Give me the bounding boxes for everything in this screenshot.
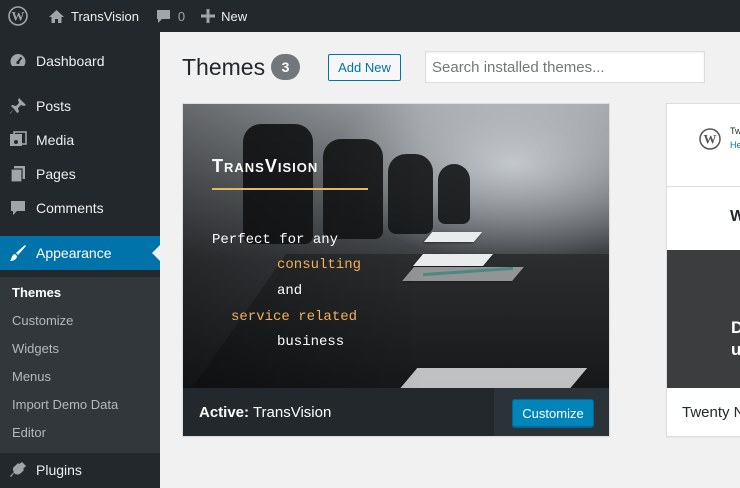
paper-shape bbox=[423, 232, 483, 242]
site-home-link[interactable]: TransVision bbox=[40, 0, 147, 32]
sidebar-item-appearance[interactable]: Appearance bbox=[0, 236, 160, 270]
active-theme-name: TransVision bbox=[252, 404, 332, 421]
preview-heading: W bbox=[730, 208, 740, 226]
active-prefix: Active: bbox=[199, 404, 250, 421]
new-content-link[interactable]: New bbox=[193, 0, 255, 32]
page-title: Themes bbox=[182, 54, 266, 80]
media-icon bbox=[0, 131, 36, 149]
theme-name: Twenty N bbox=[682, 404, 740, 421]
sidebar-item-pages[interactable]: Pages bbox=[0, 157, 160, 191]
plugin-icon bbox=[0, 461, 36, 479]
tagline-line: business bbox=[277, 334, 345, 350]
sidebar-item-label: Posts bbox=[36, 98, 72, 114]
sidebar-item-label: Dashboard bbox=[36, 53, 105, 69]
sidebar-item-media[interactable]: Media bbox=[0, 123, 160, 157]
submenu-customize[interactable]: Customize bbox=[12, 313, 73, 328]
submenu-widgets[interactable]: Widgets bbox=[12, 341, 59, 356]
sidebar-item-label: Appearance bbox=[36, 245, 112, 261]
chair-shape bbox=[438, 164, 470, 224]
submenu-themes[interactable]: Themes bbox=[12, 285, 61, 300]
theme-screenshot[interactable]: TransVision Perfect for any consulting a… bbox=[183, 104, 609, 388]
admin-sidebar: Dashboard Posts Media Pages Comments App… bbox=[0, 32, 160, 488]
theme-card-transvision[interactable]: TransVision Perfect for any consulting a… bbox=[182, 103, 610, 437]
theme-brand-logo: TransVision bbox=[212, 156, 319, 176]
submenu-menus[interactable]: Menus bbox=[12, 369, 51, 384]
svg-text:W: W bbox=[12, 9, 25, 24]
theme-card-twenty[interactable]: W Tw He W D u Twenty N bbox=[666, 103, 740, 437]
search-input[interactable] bbox=[425, 51, 705, 83]
sidebar-item-label: Comments bbox=[36, 200, 104, 216]
wordpress-logo-icon[interactable]: W bbox=[0, 0, 36, 32]
submenu-import-demo-data[interactable]: Import Demo Data bbox=[12, 397, 118, 412]
preview-dark-text: u bbox=[731, 340, 740, 360]
brand-underline bbox=[212, 188, 368, 190]
tagline-line: Perfect for any bbox=[212, 232, 339, 248]
plus-icon bbox=[201, 9, 216, 23]
sidebar-item-label: Pages bbox=[36, 166, 76, 182]
add-new-button[interactable]: Add New bbox=[328, 54, 401, 81]
sidebar-item-label: Plugins bbox=[36, 462, 82, 478]
submenu-editor[interactable]: Editor bbox=[12, 425, 46, 440]
theme-name: Active: TransVision bbox=[199, 404, 331, 421]
comments-count: 0 bbox=[177, 8, 186, 24]
sidebar-item-plugins[interactable]: Plugins bbox=[0, 453, 160, 487]
pages-icon bbox=[0, 165, 36, 183]
theme-screenshot[interactable]: W Tw He W bbox=[667, 104, 740, 250]
sidebar-item-posts[interactable]: Posts bbox=[0, 89, 160, 123]
tagline-line: and bbox=[277, 283, 303, 299]
appearance-submenu: Themes Customize Widgets Menus Import De… bbox=[0, 277, 160, 453]
customize-button[interactable]: Customize bbox=[512, 399, 594, 427]
theme-preview-dark: D u bbox=[667, 250, 740, 388]
sidebar-item-label: Media bbox=[36, 132, 75, 148]
paper-shape bbox=[412, 254, 494, 266]
sidebar-item-dashboard[interactable]: Dashboard bbox=[0, 44, 160, 78]
tagline-line: service related bbox=[231, 309, 358, 325]
sidebar-item-comments[interactable]: Comments bbox=[0, 191, 160, 225]
pin-icon bbox=[0, 97, 36, 115]
preview-link: He bbox=[730, 140, 740, 150]
dashboard-icon bbox=[0, 52, 36, 70]
tagline-line: consulting bbox=[277, 257, 362, 273]
comments-link[interactable]: 0 bbox=[147, 0, 193, 32]
svg-text:W: W bbox=[704, 132, 717, 147]
paper-shape bbox=[398, 368, 588, 388]
theme-count-badge: 3 bbox=[271, 54, 300, 80]
wordpress-logo-icon: W bbox=[699, 128, 721, 150]
admin-bar: W TransVision 0 New bbox=[0, 0, 740, 32]
comment-icon bbox=[0, 199, 36, 217]
comment-bubble-icon bbox=[156, 9, 170, 23]
divider bbox=[667, 186, 740, 187]
site-name: TransVision bbox=[71, 8, 139, 24]
brush-icon bbox=[0, 244, 36, 262]
new-label: New bbox=[221, 8, 248, 24]
preview-dark-text: D bbox=[731, 318, 740, 338]
home-icon bbox=[49, 9, 64, 23]
preview-site-title: Tw bbox=[730, 126, 740, 136]
